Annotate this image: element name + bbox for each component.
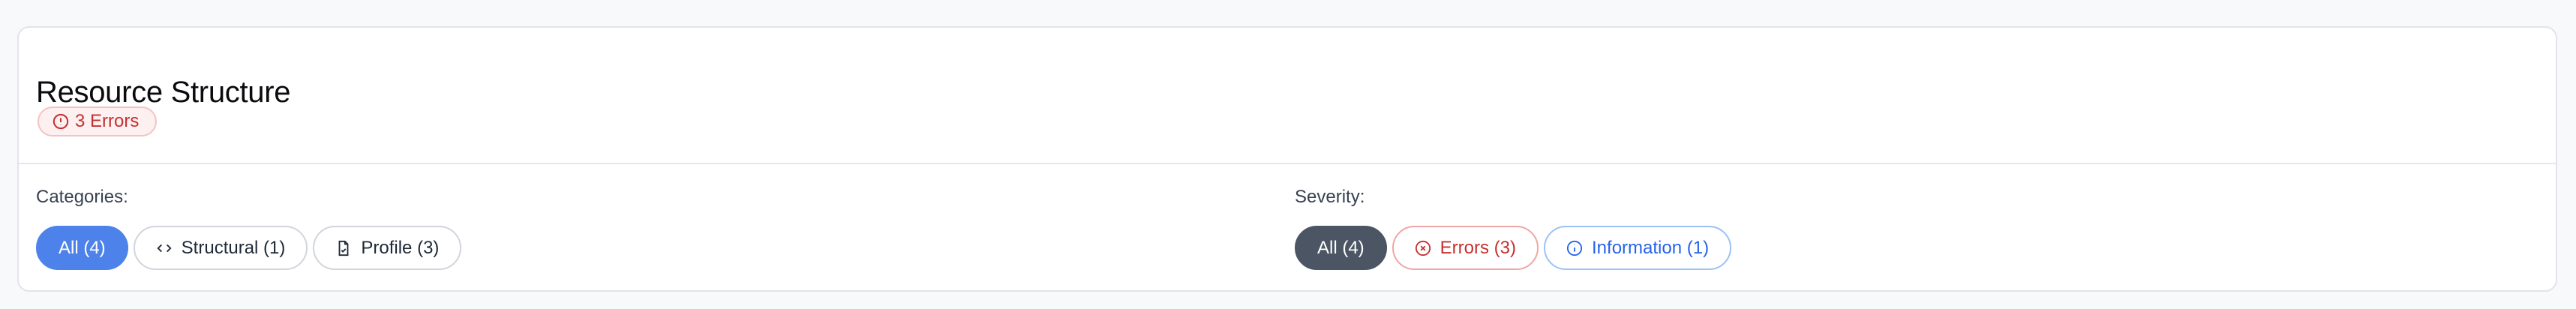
chip-label: Profile (3)	[361, 237, 440, 258]
card-header: Resource Structure 3 Errors	[19, 28, 2556, 164]
severity-filter-group: Severity: All (4) Errors (3) Information…	[1295, 187, 1732, 270]
chip-label: Information (1)	[1592, 237, 1710, 258]
category-profile-button[interactable]: Profile (3)	[313, 226, 462, 270]
page-title: Resource Structure	[36, 76, 291, 109]
filters: Categories: All (4) Structural (1) Profi…	[19, 164, 2556, 292]
severity-label: Severity:	[1295, 187, 1365, 207]
categories-label: Categories:	[36, 187, 128, 207]
severity-information-button[interactable]: Information (1)	[1544, 226, 1732, 270]
info-circle-icon	[1566, 240, 1583, 256]
chip-label: All (4)	[59, 237, 106, 258]
category-all-button[interactable]: All (4)	[36, 226, 128, 270]
resource-structure-card: Resource Structure 3 Errors Categories: …	[17, 26, 2557, 292]
chip-label: Structural (1)	[181, 237, 286, 258]
error-count-badge: 3 Errors	[38, 106, 158, 136]
severity-all-button[interactable]: All (4)	[1295, 226, 1387, 270]
error-badge-label: 3 Errors	[75, 111, 140, 131]
chip-label: Errors (3)	[1440, 237, 1517, 258]
code-icon	[156, 240, 173, 256]
severity-errors-button[interactable]: Errors (3)	[1392, 226, 1539, 270]
file-check-icon	[335, 240, 352, 256]
category-filter-group: Categories: All (4) Structural (1) Profi…	[36, 187, 462, 270]
category-structural-button[interactable]: Structural (1)	[133, 226, 308, 270]
chip-label: All (4)	[1317, 237, 1365, 258]
alert-circle-icon	[53, 113, 69, 130]
x-circle-icon	[1415, 240, 1431, 256]
